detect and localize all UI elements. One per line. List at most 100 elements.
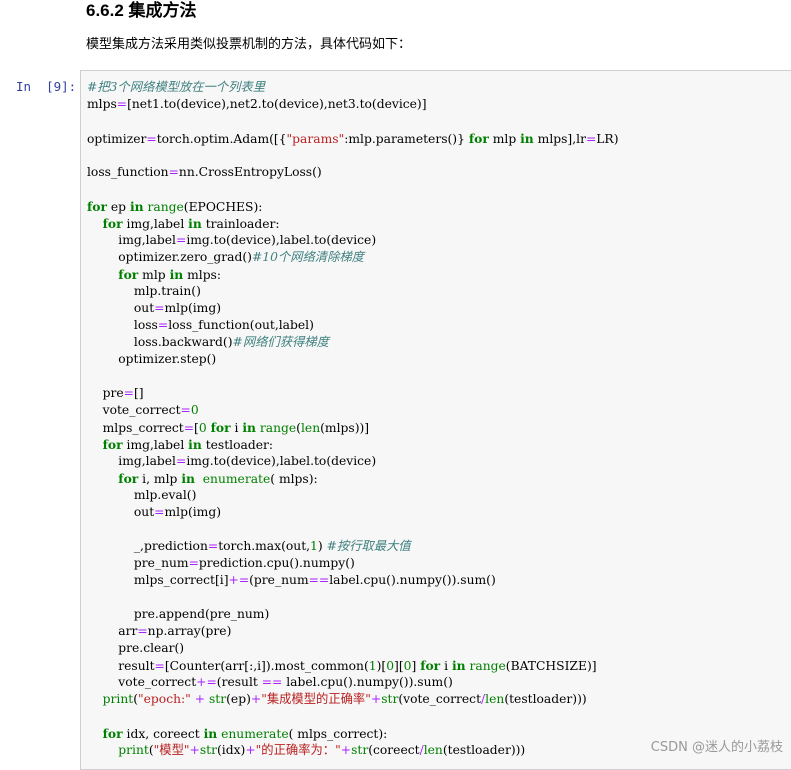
code-token: prediction.cpu().numpy() xyxy=(198,556,355,570)
code-token: in xyxy=(242,420,256,435)
code-token: out xyxy=(87,301,155,315)
code-line: loss_function=nn.CrossEntropyLoss() xyxy=(87,164,619,181)
code-line: mlps_correct[i]+=(pre_num==label.cpu().n… xyxy=(87,572,619,589)
code-token: idx, coreect xyxy=(122,727,204,741)
code-token: #10个网络清除梯度 xyxy=(251,250,364,264)
code-token: for xyxy=(87,199,107,214)
code-token: for xyxy=(210,420,231,435)
code-token: += xyxy=(228,573,250,587)
code-token: len xyxy=(300,421,321,435)
code-token: + xyxy=(370,692,382,706)
code-token: in xyxy=(451,658,466,673)
code-line: out=mlp(img) xyxy=(87,504,619,521)
code-token: vote_correct xyxy=(87,403,181,417)
code-token: mlp(img) xyxy=(164,301,222,315)
code-token: (vote_correct xyxy=(398,692,482,706)
code-token: in xyxy=(188,437,202,452)
code-line: arr=np.array(pre) xyxy=(87,623,619,640)
code-token: range xyxy=(259,421,297,435)
code-token: (result xyxy=(216,675,262,689)
code-token: _,prediction xyxy=(87,539,208,553)
code-token: for xyxy=(118,267,139,282)
code-line: _,prediction=torch.max(out,1) #按行取最大值 xyxy=(87,538,619,555)
code-token: mlp.eval() xyxy=(87,488,197,502)
code-token: ][ xyxy=(394,659,404,673)
code-token: + xyxy=(189,743,200,757)
code-token: = xyxy=(154,659,165,673)
code-token: #按行取最大值 xyxy=(326,539,411,553)
code-token: LR) xyxy=(596,132,619,146)
code-token: range xyxy=(469,659,506,673)
code-token: "epoch:" xyxy=(138,692,191,706)
code-line: mlps_correct=[0 for i in range(len(mlps)… xyxy=(87,419,619,436)
code-token: (testloader))) xyxy=(442,743,526,757)
code-token: ( mlps): xyxy=(270,472,318,486)
code-token: i xyxy=(230,421,243,435)
code-token: mlp.train() xyxy=(87,284,201,298)
code-token: = xyxy=(146,132,157,146)
code-token: = xyxy=(176,454,187,468)
code-token: = xyxy=(188,556,199,570)
code-token: (EPOCHES): xyxy=(183,200,263,214)
code-token: [Counter(arr[:,i]).most_common( xyxy=(164,659,369,673)
code-token: torch.max(out, xyxy=(218,539,311,553)
code-token: optimizer.zero_grad() xyxy=(87,250,252,264)
code-line: for ep in range(EPOCHES): xyxy=(87,198,619,215)
code-token: in xyxy=(129,199,144,214)
code-token: enumerate xyxy=(221,727,289,741)
watermark: CSDN @迷人的小荔枝 xyxy=(650,740,783,755)
code-token: = xyxy=(154,505,165,519)
code-line: result=[Counter(arr[:,i]).most_common(1)… xyxy=(87,657,619,674)
code-editor[interactable]: #把3个网络模型放在一个列表里 mlps=[net1.to(device),net… xyxy=(87,79,619,759)
code-token: i, mlp xyxy=(138,472,182,486)
code-token: np.array(pre) xyxy=(147,624,232,638)
code-token: str xyxy=(351,743,369,757)
code-token: (testloader))) xyxy=(504,692,587,706)
code-token: optimizer xyxy=(87,132,147,146)
code-token: = xyxy=(157,318,169,332)
code-line: mlps=[net1.to(device),net2.to(device),ne… xyxy=(87,96,619,113)
section-heading: 6.6.2 集成方法 xyxy=(86,1,197,20)
code-token: in xyxy=(188,216,202,231)
code-token: mlps: xyxy=(183,268,222,282)
code-token: 1 xyxy=(310,539,318,553)
code-token: = xyxy=(137,624,148,638)
code-line: img,label=img.to(device),label.to(device… xyxy=(87,453,619,470)
code-line: mlp.train() xyxy=(87,283,619,300)
code-token: for xyxy=(468,131,489,146)
code-token: = xyxy=(154,301,165,315)
code-token: loss.backward() xyxy=(87,335,233,349)
code-token: torch.optim.Adam([{ xyxy=(156,132,287,146)
code-line: pre=[] xyxy=(87,385,619,402)
code-token: #网络们获得梯度 xyxy=(232,335,329,349)
code-token: for xyxy=(420,658,441,673)
code-token: for xyxy=(102,437,123,452)
code-token: len xyxy=(485,692,505,706)
code-token: enumerate xyxy=(202,472,271,486)
code-line: optimizer.step() xyxy=(87,351,619,368)
code-token: = xyxy=(168,165,179,179)
code-token: + xyxy=(250,692,262,706)
code-token: loss xyxy=(87,318,158,332)
code-token: optimizer.step() xyxy=(87,352,217,366)
code-token: loss_function(out,label) xyxy=(168,318,314,332)
code-token: = xyxy=(116,97,128,111)
code-line: optimizer=torch.optim.Adam([{"params":ml… xyxy=(87,130,619,147)
code-token: str xyxy=(199,743,217,757)
code-token: ) xyxy=(317,539,327,553)
code-token: + xyxy=(194,692,206,706)
code-token: mlps],lr xyxy=(533,132,586,146)
code-token: (coreect xyxy=(368,743,420,757)
code-line: for idx, coreect in enumerate( mlps_corr… xyxy=(87,725,619,742)
code-token: mlps_correct xyxy=(87,421,184,435)
code-token: [] xyxy=(133,386,144,400)
code-token: "集成模型的正确率" xyxy=(261,692,371,706)
code-cell[interactable]: #把3个网络模型放在一个列表里 mlps=[net1.to(device),net… xyxy=(80,70,791,770)
code-line: out=mlp(img) xyxy=(87,300,619,317)
